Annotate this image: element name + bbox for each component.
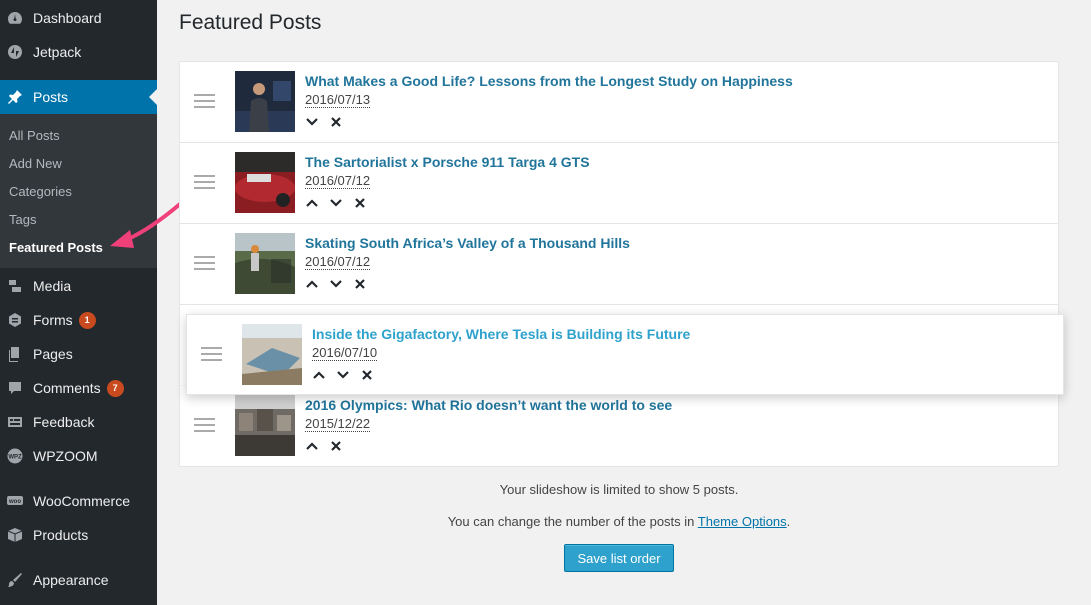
menu-woocommerce[interactable]: woo WooCommerce xyxy=(0,484,157,518)
post-date: 2016/07/10 xyxy=(312,345,378,361)
products-icon xyxy=(7,527,23,543)
remove-icon[interactable] xyxy=(353,195,377,211)
post-title-link[interactable]: Inside the Gigafactory, Where Tesla is B… xyxy=(312,326,690,342)
drag-handle-icon[interactable] xyxy=(194,418,215,432)
theme-options-link[interactable]: Theme Options xyxy=(698,514,787,529)
move-up-icon[interactable] xyxy=(312,367,336,383)
list-item[interactable]: Skating South Africa’s Valley of a Thous… xyxy=(180,224,1058,305)
remove-icon[interactable] xyxy=(329,114,353,130)
post-date: 2016/07/12 xyxy=(305,173,371,189)
svg-text:woo: woo xyxy=(8,499,21,505)
limit-note: Your slideshow is limited to show 5 post… xyxy=(499,482,739,497)
list-item[interactable]: What Makes a Good Life? Lessons from the… xyxy=(180,62,1058,143)
forms-count-badge: 1 xyxy=(78,311,96,329)
forms-icon xyxy=(7,312,23,328)
post-thumbnail xyxy=(235,152,295,213)
post-title-link[interactable]: The Sartorialist x Porsche 911 Targa 4 G… xyxy=(305,154,590,170)
annotation-arrow-icon xyxy=(110,202,182,248)
menu-dashboard[interactable]: Dashboard xyxy=(0,1,157,35)
appearance-icon xyxy=(7,572,23,588)
move-down-icon[interactable] xyxy=(336,367,360,383)
drag-handle-icon[interactable] xyxy=(194,175,215,189)
menu-comments[interactable]: Comments 7 xyxy=(0,371,157,405)
submenu-categories[interactable]: Categories xyxy=(9,184,72,199)
dashboard-icon xyxy=(7,10,23,26)
post-thumbnail xyxy=(235,71,295,132)
post-date: 2016/07/12 xyxy=(305,254,371,270)
admin-sidebar: Dashboard Jetpack Posts All Posts Add Ne… xyxy=(0,0,157,605)
jetpack-icon xyxy=(7,44,23,60)
featured-posts-list: What Makes a Good Life? Lessons from the… xyxy=(179,61,1059,467)
submenu-tags[interactable]: Tags xyxy=(9,212,36,227)
change-note: You can change the number of the posts i… xyxy=(447,514,791,529)
menu-posts[interactable]: Posts xyxy=(0,80,157,114)
move-down-icon[interactable] xyxy=(329,195,353,211)
remove-icon[interactable] xyxy=(353,276,377,292)
svg-text:WPZ: WPZ xyxy=(8,455,22,461)
post-thumbnail xyxy=(235,233,295,294)
drag-handle-icon[interactable] xyxy=(201,347,222,361)
woocommerce-icon: woo xyxy=(7,493,23,509)
move-down-icon[interactable] xyxy=(329,276,353,292)
post-thumbnail xyxy=(235,395,295,456)
drag-handle-icon[interactable] xyxy=(194,256,215,270)
dragged-list-item[interactable]: Inside the Gigafactory, Where Tesla is B… xyxy=(186,314,1064,395)
move-up-icon[interactable] xyxy=(305,276,329,292)
list-item[interactable]: The Sartorialist x Porsche 911 Targa 4 G… xyxy=(180,143,1058,224)
menu-feedback[interactable]: Feedback xyxy=(0,405,157,439)
wpzoom-icon: WPZ xyxy=(7,448,23,464)
post-title-link[interactable]: Skating South Africa’s Valley of a Thous… xyxy=(305,235,630,251)
drag-handle-icon[interactable] xyxy=(194,94,215,108)
menu-products[interactable]: Products xyxy=(0,518,157,552)
comments-count-badge: 7 xyxy=(106,379,124,397)
pin-icon xyxy=(7,89,23,105)
remove-icon[interactable] xyxy=(329,438,353,454)
move-down-icon[interactable] xyxy=(305,114,329,130)
move-up-icon[interactable] xyxy=(305,438,329,454)
menu-pages[interactable]: Pages xyxy=(0,337,157,371)
post-title-link[interactable]: What Makes a Good Life? Lessons from the… xyxy=(305,73,793,89)
list-item[interactable]: 2016 Olympics: What Rio doesn’t want the… xyxy=(180,386,1058,467)
submenu-all-posts[interactable]: All Posts xyxy=(9,128,60,143)
menu-media[interactable]: Media xyxy=(0,269,157,303)
media-icon xyxy=(7,278,23,294)
post-date: 2016/07/13 xyxy=(305,92,371,108)
post-title-link[interactable]: 2016 Olympics: What Rio doesn’t want the… xyxy=(305,397,672,413)
remove-icon[interactable] xyxy=(360,367,384,383)
feedback-icon xyxy=(7,414,23,430)
pages-icon xyxy=(7,346,23,362)
post-thumbnail xyxy=(242,324,302,385)
menu-wpzoom[interactable]: WPZ WPZOOM xyxy=(0,439,157,473)
comment-icon xyxy=(7,380,23,396)
move-up-icon[interactable] xyxy=(305,195,329,211)
save-list-order-button[interactable]: Save list order xyxy=(564,544,674,572)
submenu-add-new[interactable]: Add New xyxy=(9,156,62,171)
menu-forms[interactable]: Forms 1 xyxy=(0,303,157,337)
post-date: 2015/12/22 xyxy=(305,416,371,432)
menu-appearance[interactable]: Appearance xyxy=(0,563,157,597)
submenu-featured-posts[interactable]: Featured Posts xyxy=(9,240,103,255)
page-title: Featured Posts xyxy=(179,11,322,34)
menu-jetpack[interactable]: Jetpack xyxy=(0,35,157,69)
